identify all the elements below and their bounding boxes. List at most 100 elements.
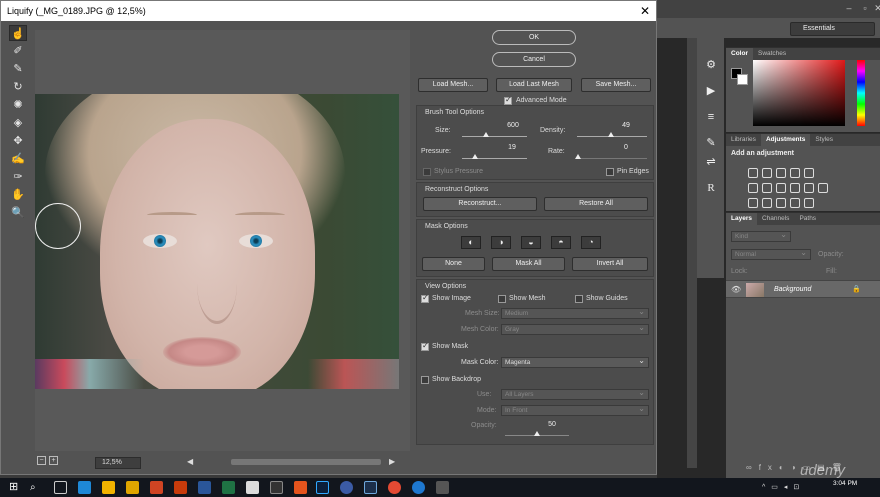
advanced-mode-checkbox[interactable] <box>504 95 512 105</box>
posterize-icon[interactable] <box>762 198 772 208</box>
load-mesh-button[interactable]: Load Mesh... <box>418 78 488 92</box>
invert-all-button[interactable]: Invert All <box>572 257 648 271</box>
tab-channels[interactable]: Channels <box>757 213 794 225</box>
preview-canvas[interactable] <box>35 30 410 451</box>
media-player-icon[interactable] <box>270 481 283 494</box>
rate-slider-knob[interactable] <box>575 154 581 159</box>
stylus-pressure-checkbox[interactable] <box>423 168 431 176</box>
word-icon[interactable] <box>198 481 211 494</box>
mesh-color-select[interactable]: Gray <box>501 323 649 335</box>
black-white-icon[interactable] <box>776 183 786 193</box>
character-icon[interactable]: R <box>703 181 719 195</box>
load-last-mesh-button[interactable]: Load Last Mesh <box>496 78 572 92</box>
blend-mode-select[interactable]: Normal <box>731 248 811 260</box>
color-balance-icon[interactable] <box>762 183 772 193</box>
app-gray-icon[interactable] <box>436 481 449 494</box>
file-explorer-icon[interactable] <box>102 481 115 494</box>
tab-libraries[interactable]: Libraries <box>726 134 761 146</box>
photo-filter-icon[interactable] <box>790 183 800 193</box>
restore-all-button[interactable]: Restore All <box>544 197 648 211</box>
mode-select[interactable]: In Front <box>501 404 649 416</box>
chrome-icon[interactable] <box>388 481 401 494</box>
invert-selection-icon[interactable]: ◔ <box>581 236 601 249</box>
push-left-tool-icon[interactable]: ✥ <box>9 133 27 149</box>
pucker-tool-icon[interactable]: ✺ <box>9 97 27 113</box>
forward-warp-tool-icon[interactable]: ☝ <box>9 25 27 41</box>
backdrop-opacity-knob[interactable] <box>534 431 540 436</box>
access-icon[interactable] <box>174 481 187 494</box>
backdrop-opacity-value[interactable]: 50 <box>534 419 570 430</box>
pressure-value[interactable]: 19 <box>494 142 530 153</box>
mesh-size-select[interactable]: Medium <box>501 307 649 319</box>
background-swatch[interactable] <box>737 74 748 85</box>
size-value[interactable]: 600 <box>495 120 531 131</box>
scroll-left-icon[interactable]: ◀ <box>187 457 193 466</box>
photoshop-icon[interactable] <box>316 481 329 494</box>
use-select[interactable]: All Layers <box>501 388 649 400</box>
properties-icon[interactable]: ≡ <box>703 110 719 124</box>
lightroom-icon[interactable] <box>364 481 377 494</box>
add-to-selection-icon[interactable]: ◑ <box>491 236 511 249</box>
size-slider-knob[interactable] <box>483 132 489 137</box>
gradient-map-icon[interactable] <box>790 198 800 208</box>
zoom-level-select[interactable]: 12,5% <box>95 457 141 469</box>
close-icon[interactable]: ✕ <box>874 2 880 14</box>
ok-button[interactable]: OK <box>492 30 576 45</box>
minimize-icon[interactable]: – <box>842 2 856 14</box>
brightness-contrast-icon[interactable] <box>748 168 758 178</box>
history-icon[interactable]: ⚙ <box>703 58 719 72</box>
mask-none-button[interactable]: None <box>422 257 485 271</box>
tab-paths[interactable]: Paths <box>794 213 821 225</box>
bloat-tool-icon[interactable]: ◈ <box>9 115 27 131</box>
brush-icon[interactable]: ✎ <box>703 136 719 150</box>
color-field[interactable] <box>753 60 845 126</box>
show-guides-checkbox[interactable] <box>575 295 583 303</box>
layer-row[interactable]: 👁 Background 🔒 <box>726 280 880 298</box>
hue-slider[interactable] <box>857 60 865 126</box>
twirl-tool-icon[interactable]: ↻ <box>9 79 27 95</box>
hand-tool-icon[interactable]: ✋ <box>9 187 27 203</box>
density-value[interactable]: 49 <box>608 120 644 131</box>
tab-layers[interactable]: Layers <box>726 213 757 225</box>
scroll-thumb[interactable] <box>231 459 381 465</box>
show-mesh-checkbox[interactable] <box>498 295 506 303</box>
cancel-button[interactable]: Cancel <box>492 52 576 67</box>
mask-color-select[interactable]: Magenta <box>501 356 649 368</box>
rate-value[interactable]: 0 <box>608 142 644 153</box>
actions-icon[interactable]: ▶ <box>703 84 719 98</box>
windows-start-icon[interactable]: ⊞ <box>9 481 22 494</box>
powerpoint-icon[interactable] <box>150 481 163 494</box>
maximize-icon[interactable]: ▫ <box>858 2 872 14</box>
clock[interactable]: 3:04 PM <box>833 480 857 487</box>
notepad-icon[interactable] <box>246 481 259 494</box>
hue-saturation-icon[interactable] <box>748 183 758 193</box>
selective-color-icon[interactable] <box>804 198 814 208</box>
tab-color[interactable]: Color <box>726 48 753 60</box>
threshold-icon[interactable] <box>776 198 786 208</box>
close-icon[interactable]: ✕ <box>640 1 650 21</box>
brush-presets-icon[interactable]: ⇌ <box>703 155 719 169</box>
tab-swatches[interactable]: Swatches <box>753 48 791 60</box>
system-tray-icons[interactable]: ^▭◂⊡ <box>762 483 805 491</box>
show-mask-checkbox[interactable] <box>421 341 429 351</box>
freeze-mask-tool-icon[interactable]: ✍ <box>9 151 27 167</box>
folder-icon[interactable] <box>126 481 139 494</box>
mask-all-button[interactable]: Mask All <box>492 257 565 271</box>
edge-browser-icon[interactable] <box>78 481 91 494</box>
pressure-slider-knob[interactable] <box>472 154 478 159</box>
save-mesh-button[interactable]: Save Mesh... <box>581 78 651 92</box>
intersect-selection-icon[interactable]: ◓ <box>551 236 571 249</box>
workspace-switcher[interactable]: Essentials <box>790 22 875 36</box>
horizontal-scrollbar[interactable]: ◀ ▶ <box>187 457 403 467</box>
show-image-checkbox[interactable] <box>421 293 429 303</box>
curves-icon[interactable] <box>776 168 786 178</box>
pin-edges-checkbox[interactable] <box>606 168 614 176</box>
invert-icon[interactable] <box>748 198 758 208</box>
reconstruct-tool-icon[interactable]: ✐ <box>9 43 27 59</box>
task-view-icon[interactable] <box>54 481 67 494</box>
excel-icon[interactable] <box>222 481 235 494</box>
scroll-right-icon[interactable]: ▶ <box>389 457 395 466</box>
tab-styles[interactable]: Styles <box>810 134 838 146</box>
show-backdrop-checkbox[interactable] <box>421 376 429 384</box>
rate-slider[interactable] <box>577 158 647 159</box>
